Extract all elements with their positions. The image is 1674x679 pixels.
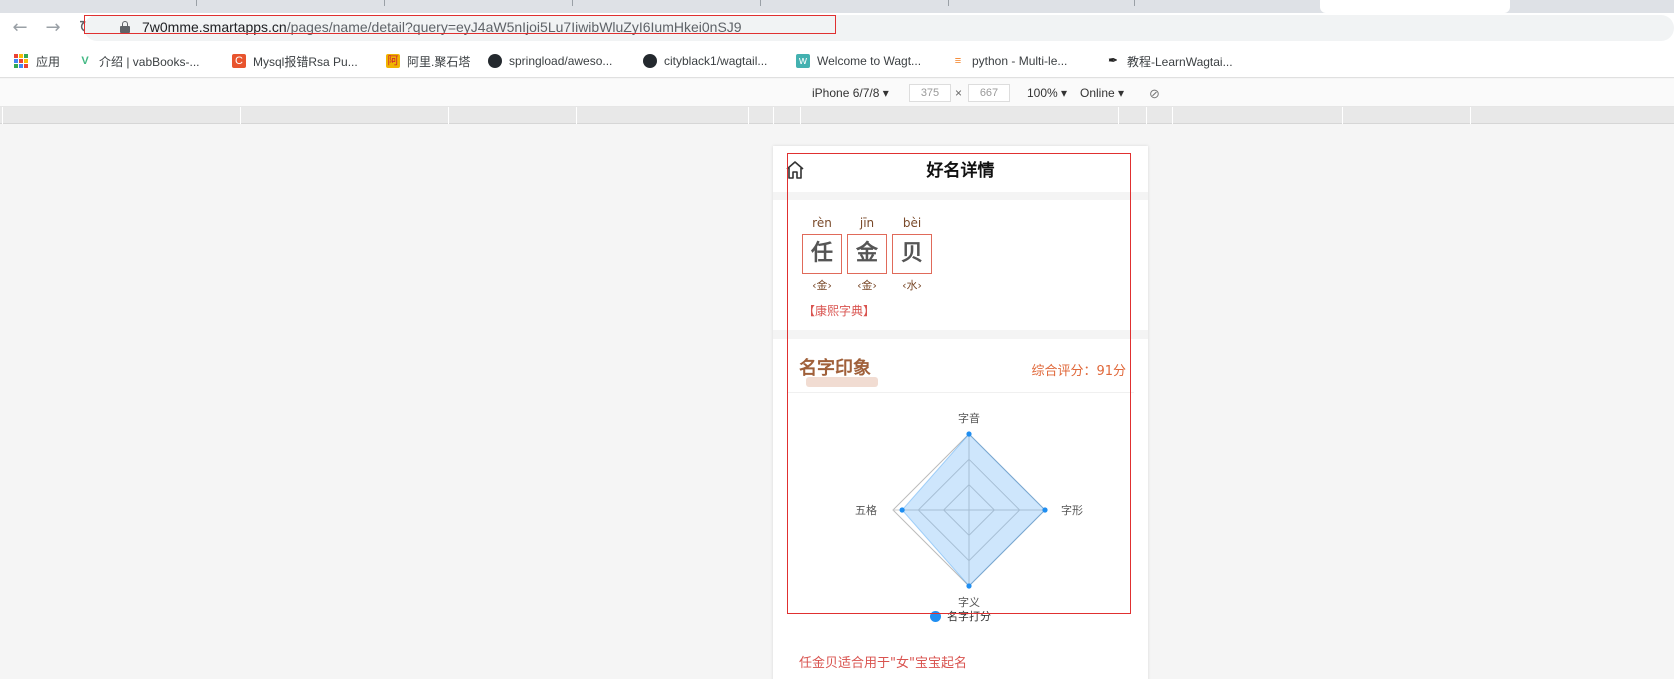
tab-separator xyxy=(384,0,385,6)
bookmark-item[interactable]: V 介绍 | vabBooks-... xyxy=(78,52,199,70)
tab-active[interactable] xyxy=(1320,0,1510,13)
stackoverflow-icon: ≡ xyxy=(954,55,962,67)
aliyun-icon: 阿 xyxy=(386,54,400,68)
tab-strip xyxy=(0,0,1674,13)
section-gap xyxy=(773,330,1148,339)
bookmark-label: 应用 xyxy=(36,54,61,69)
annotation-box-url xyxy=(84,15,836,34)
page-title: 好名详情 xyxy=(926,161,995,181)
width-input[interactable]: 375 xyxy=(909,84,951,102)
tab-separator xyxy=(948,0,949,6)
bookmark-label: springload/aweso... xyxy=(509,54,613,68)
ruler-separator xyxy=(1172,107,1173,124)
bookmark-item[interactable]: springload/aweso... xyxy=(488,52,612,70)
bookmark-item[interactable]: ≡ python - Multi-le... xyxy=(951,52,1068,70)
legend-dot xyxy=(930,610,941,622)
radar-axis-label: 字音 xyxy=(958,411,980,425)
github-icon xyxy=(643,54,657,68)
bookmark-apps[interactable]: 应用 xyxy=(14,52,60,70)
rotate-icon[interactable]: ⊘ xyxy=(1149,86,1160,102)
tab-separator xyxy=(196,0,197,6)
ruler-separator xyxy=(748,107,749,124)
radar-data-point xyxy=(966,431,972,437)
tab-separator xyxy=(1134,0,1135,6)
bookmark-label: Welcome to Wagt... xyxy=(817,54,922,68)
pinyin-label: rèn xyxy=(812,216,832,230)
device-name: iPhone 6/7/8 xyxy=(812,86,880,100)
media-query-ruler xyxy=(0,107,1674,124)
bookmark-item[interactable]: 阿 阿里.聚石塔 xyxy=(386,52,470,70)
wuxing-label: ‹水› xyxy=(902,279,922,292)
ruler-separator xyxy=(1146,107,1147,124)
suitability-text: 任金贝适合用于"女"宝宝起名 xyxy=(799,656,967,671)
wuxing-label: ‹金› xyxy=(812,279,832,292)
bookmark-label: Mysql报错Rsa Pu... xyxy=(253,54,358,69)
bookmarks-bar: 应用 V 介绍 | vabBooks-... C Mysql报错Rsa Pu..… xyxy=(0,43,1674,78)
radar-data-point xyxy=(966,583,972,589)
wagtail-icon: w xyxy=(796,54,810,68)
bookmark-item[interactable]: w Welcome to Wagt... xyxy=(796,52,921,70)
apps-grid-icon xyxy=(14,54,28,68)
ruler-separator xyxy=(1342,107,1343,124)
device-select[interactable]: iPhone 6/7/8 ▾ xyxy=(812,86,889,100)
ruler-separator xyxy=(448,107,449,124)
kangxi-dictionary-link[interactable]: 【康熙字典】 xyxy=(803,302,875,319)
ruler-separator xyxy=(1118,107,1119,124)
zoom-value: 100% xyxy=(1027,86,1058,100)
bookmark-label: python - Multi-le... xyxy=(972,54,1068,68)
bookmark-label: 阿里.聚石塔 xyxy=(407,54,471,69)
ruler-separator xyxy=(576,107,577,124)
feather-icon: ✒ xyxy=(1108,55,1118,67)
bookmark-item[interactable]: ✒ 教程-LearnWagtai... xyxy=(1106,52,1233,70)
name-char-box[interactable]: 任 xyxy=(802,234,842,274)
device-toolbar: iPhone 6/7/8 ▾ 375 × 667 100% ▾ Online ▾… xyxy=(0,79,1674,107)
phone-viewport: 好名详情 rèn jīn bèi 任 金 贝 ‹金› ‹金› ‹水› 【康熙字典… xyxy=(773,146,1148,679)
pinyin-label: jīn xyxy=(859,216,875,230)
network-value: Online xyxy=(1080,86,1115,100)
chart-legend[interactable]: 名字打分 xyxy=(773,608,1148,624)
back-icon[interactable]: ← xyxy=(10,18,30,38)
bookmark-item[interactable]: cityblack1/wagtail... xyxy=(643,52,767,70)
ruler-separator xyxy=(773,107,774,124)
c-icon: C xyxy=(232,54,246,68)
overall-score: 综合评分：91分 xyxy=(1031,364,1126,379)
radar-data-point xyxy=(1042,507,1048,513)
name-char-box[interactable]: 金 xyxy=(847,234,887,274)
legend-label: 名字打分 xyxy=(947,610,991,623)
ruler-separator xyxy=(2,107,3,124)
github-icon xyxy=(488,54,502,68)
network-select[interactable]: Online ▾ xyxy=(1080,86,1124,100)
bookmark-item[interactable]: C Mysql报错Rsa Pu... xyxy=(232,52,358,70)
radar-axis-label: 字义 xyxy=(958,595,980,609)
radar-axis-label: 五格 xyxy=(855,503,877,517)
name-char-box[interactable]: 贝 xyxy=(892,234,932,274)
tab-separator xyxy=(572,0,573,6)
ruler-separator xyxy=(1470,107,1471,124)
bookmark-label: cityblack1/wagtail... xyxy=(664,54,768,68)
pinyin-label: bèi xyxy=(902,216,922,230)
page-header: 好名详情 xyxy=(773,146,1148,192)
ruler-separator xyxy=(800,107,801,124)
bookmark-label: 介绍 | vabBooks-... xyxy=(99,54,200,69)
forward-icon[interactable]: → xyxy=(43,18,63,38)
radar-series-area xyxy=(901,433,1046,587)
zoom-select[interactable]: 100% ▾ xyxy=(1027,86,1067,100)
ruler-separator xyxy=(240,107,241,124)
bookmark-label: 教程-LearnWagtai... xyxy=(1127,54,1233,69)
vue-icon: V xyxy=(81,55,89,67)
tab-separator xyxy=(760,0,761,6)
dimension-separator: × xyxy=(955,86,963,100)
section-gap xyxy=(773,192,1148,200)
radar-axis-label: 字形 xyxy=(1061,503,1083,517)
wuxing-label: ‹金› xyxy=(857,279,877,292)
height-input[interactable]: 667 xyxy=(968,84,1010,102)
section-title: 名字印象 xyxy=(799,358,871,379)
radar-data-point xyxy=(899,507,905,513)
